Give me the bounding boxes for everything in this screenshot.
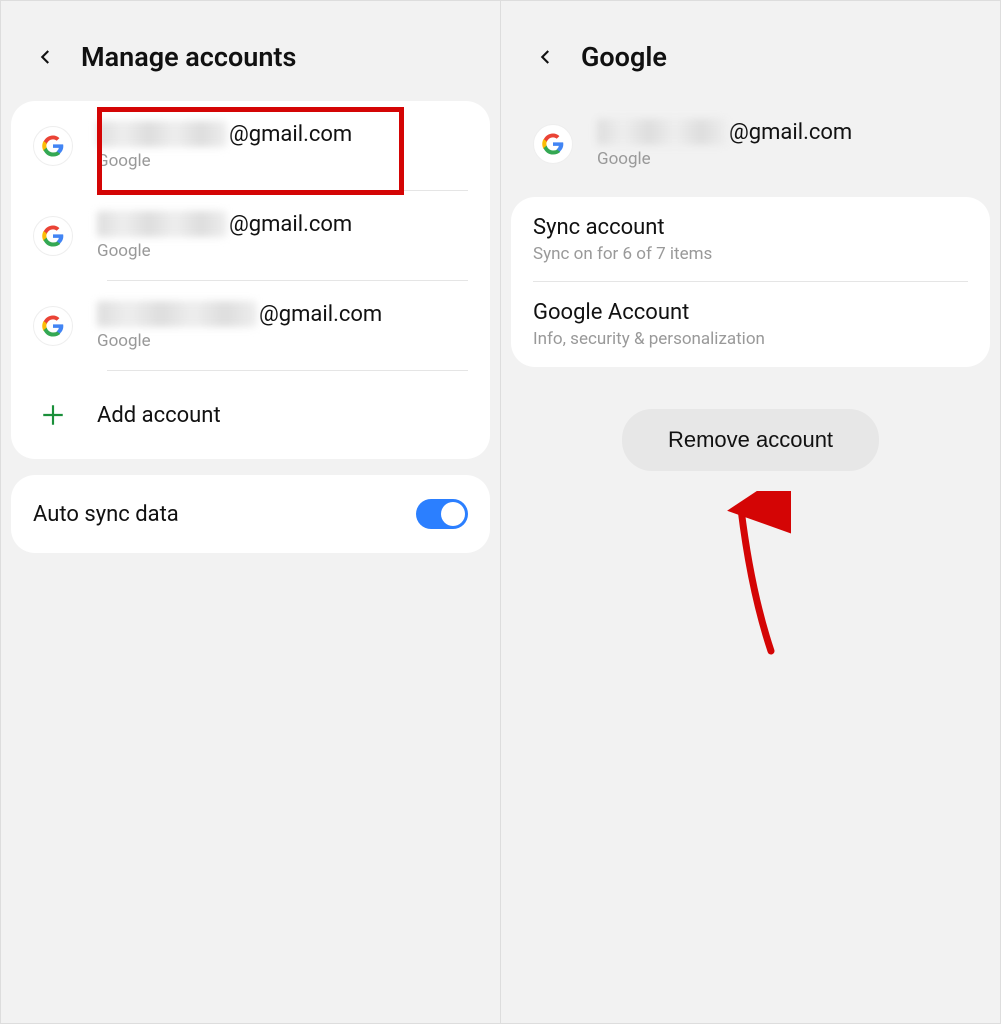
manage-accounts-screen: Manage accounts @gmail.com Google bbox=[0, 0, 500, 1024]
back-icon[interactable] bbox=[537, 48, 555, 66]
account-text: @gmail.com Google bbox=[597, 119, 968, 169]
auto-sync-label: Auto sync data bbox=[33, 502, 179, 527]
auto-sync-row: Auto sync data bbox=[11, 475, 490, 553]
settings-title: Sync account bbox=[533, 215, 968, 240]
sync-account-row[interactable]: Sync account Sync on for 6 of 7 items bbox=[511, 197, 990, 282]
back-icon[interactable] bbox=[37, 48, 55, 66]
remove-account-button[interactable]: Remove account bbox=[622, 409, 879, 471]
account-email: @gmail.com bbox=[597, 119, 968, 145]
email-suffix: @gmail.com bbox=[729, 120, 852, 145]
account-row[interactable]: @gmail.com Google bbox=[11, 191, 490, 281]
page-title: Manage accounts bbox=[81, 41, 296, 73]
account-email: @gmail.com bbox=[97, 121, 468, 147]
add-account-row[interactable]: Add account bbox=[11, 371, 490, 459]
settings-sub: Sync on for 6 of 7 items bbox=[533, 244, 968, 264]
redacted-text bbox=[97, 211, 227, 237]
account-header: @gmail.com Google bbox=[511, 101, 990, 197]
account-email: @gmail.com bbox=[97, 301, 468, 327]
google-account-row[interactable]: Google Account Info, security & personal… bbox=[511, 282, 990, 367]
account-row[interactable]: @gmail.com Google bbox=[11, 281, 490, 371]
account-text: @gmail.com Google bbox=[97, 121, 468, 171]
redacted-text bbox=[97, 301, 257, 327]
annotation-arrow bbox=[711, 491, 791, 661]
google-icon bbox=[33, 216, 73, 256]
redacted-text bbox=[97, 121, 227, 147]
account-provider: Google bbox=[97, 331, 468, 351]
page-title: Google bbox=[581, 41, 667, 73]
google-icon bbox=[33, 126, 73, 166]
settings-title: Google Account bbox=[533, 300, 968, 325]
plus-icon bbox=[33, 395, 73, 435]
email-suffix: @gmail.com bbox=[259, 302, 382, 327]
google-account-screen: Google @gmail.com Google Sync account Sy… bbox=[500, 0, 1001, 1024]
settings-sub: Info, security & personalization bbox=[533, 329, 968, 349]
account-email: @gmail.com bbox=[97, 211, 468, 237]
header: Google bbox=[511, 11, 990, 101]
google-icon bbox=[533, 124, 573, 164]
account-provider: Google bbox=[597, 149, 968, 169]
google-icon bbox=[33, 306, 73, 346]
redacted-text bbox=[597, 119, 727, 145]
accounts-card: @gmail.com Google @gmail.com Google bbox=[11, 101, 490, 459]
account-row[interactable]: @gmail.com Google bbox=[11, 101, 490, 191]
add-account-label: Add account bbox=[97, 403, 221, 428]
header: Manage accounts bbox=[11, 11, 490, 101]
account-text: @gmail.com Google bbox=[97, 211, 468, 261]
email-suffix: @gmail.com bbox=[229, 122, 352, 147]
auto-sync-toggle[interactable] bbox=[416, 499, 468, 529]
email-suffix: @gmail.com bbox=[229, 212, 352, 237]
account-text: @gmail.com Google bbox=[97, 301, 468, 351]
settings-card: Sync account Sync on for 6 of 7 items Go… bbox=[511, 197, 990, 367]
account-provider: Google bbox=[97, 241, 468, 261]
account-provider: Google bbox=[97, 151, 468, 171]
